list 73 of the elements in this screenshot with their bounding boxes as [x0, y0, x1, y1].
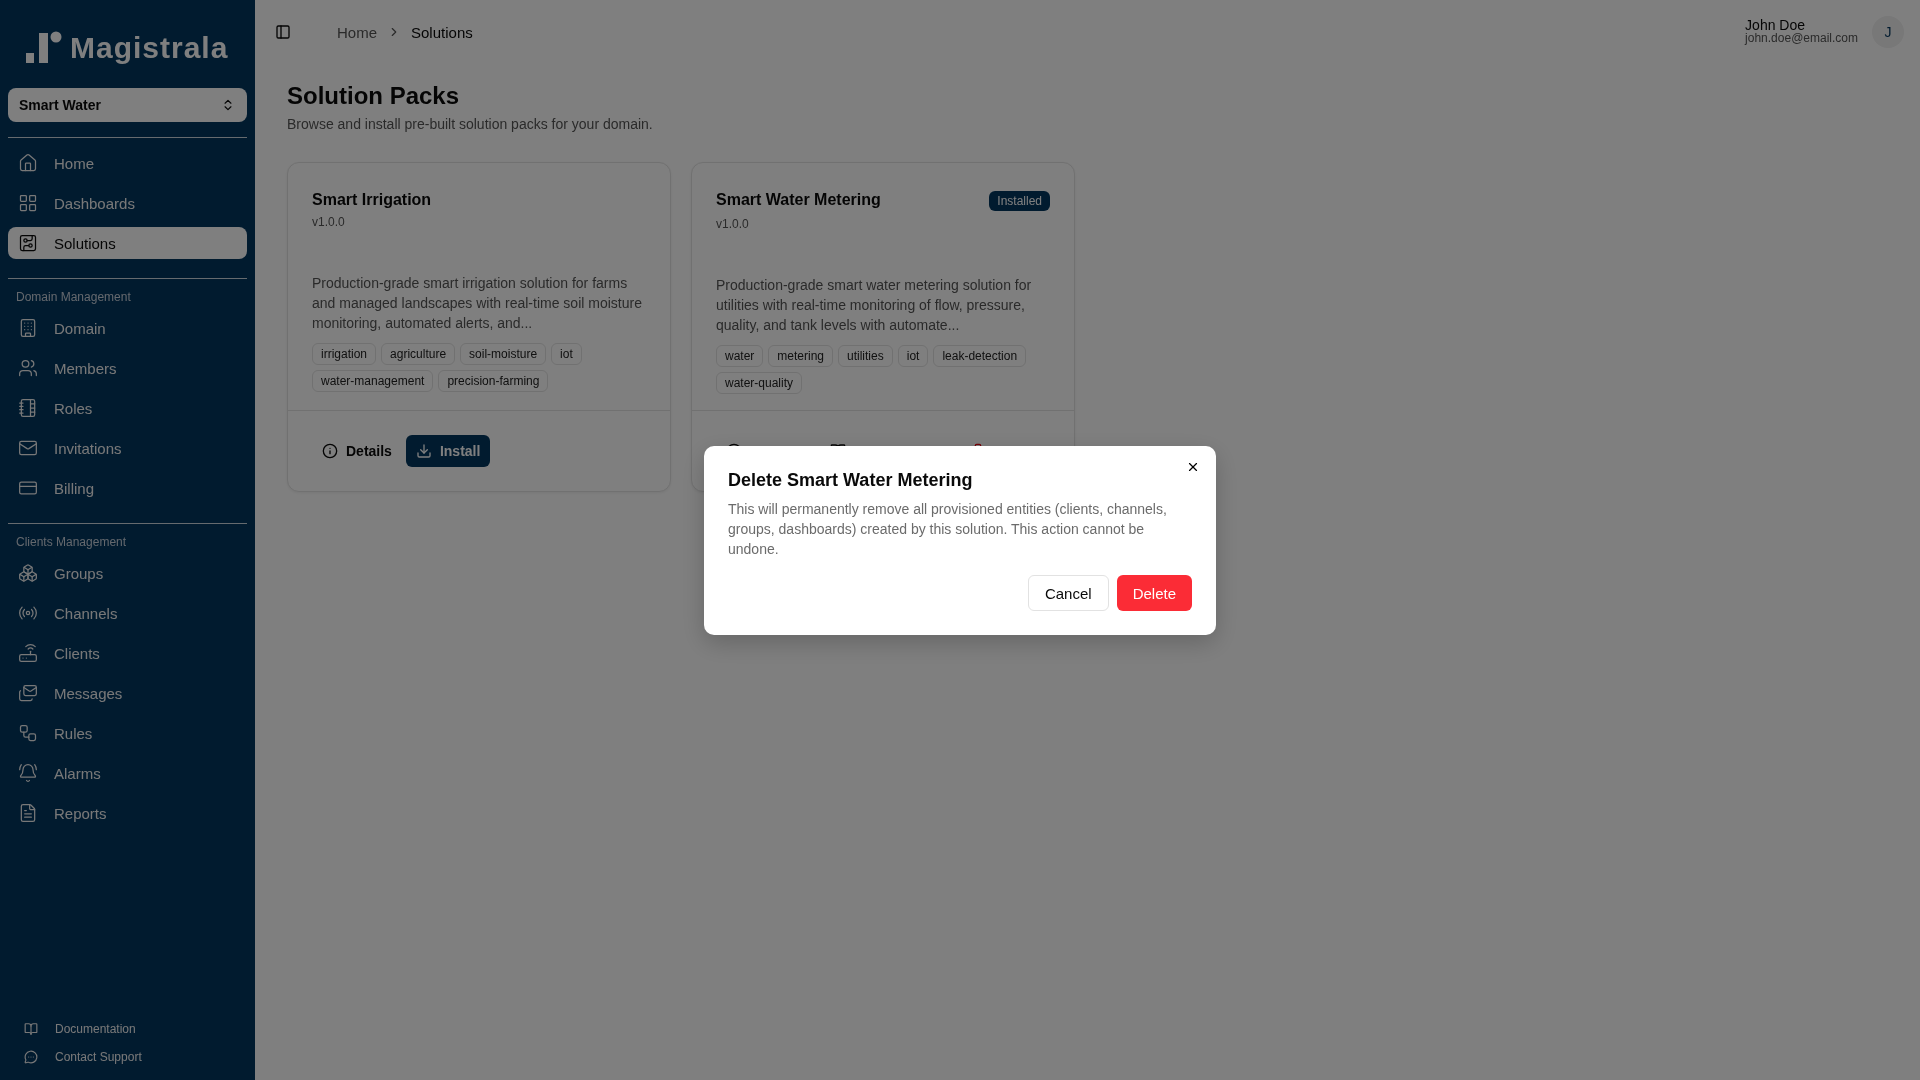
- sidebar-toggle-icon[interactable]: [275, 24, 291, 40]
- nav-item[interactable]: Domain: [8, 312, 247, 344]
- logo-icon: [26, 31, 62, 65]
- nav-item[interactable]: Rules: [8, 717, 247, 749]
- domain-selector[interactable]: Smart Water: [8, 88, 247, 122]
- nav-item[interactable]: Home: [8, 147, 247, 179]
- breadcrumb-link[interactable]: Home: [337, 23, 377, 41]
- card-title: Smart Water Metering: [716, 191, 881, 209]
- tag: soil-moisture: [460, 343, 547, 365]
- nav-item[interactable]: Roles: [8, 392, 247, 424]
- tag: irrigation: [312, 343, 377, 365]
- tag: precision-farming: [438, 370, 549, 392]
- nav-item[interactable]: Clients: [8, 637, 247, 669]
- footer-link[interactable]: Contact Support: [24, 1050, 247, 1064]
- workflow-icon: [18, 723, 38, 743]
- logo-text: Magistrala: [70, 31, 229, 65]
- download-icon: [415, 443, 432, 459]
- tag: utilities: [838, 345, 893, 367]
- info-icon: [322, 443, 338, 459]
- user-name: John Doe: [1745, 19, 1807, 32]
- card-version: v1.0.0: [312, 215, 346, 229]
- nav-item[interactable]: Members: [8, 352, 247, 384]
- router-icon: [18, 643, 38, 663]
- page-title: Solution Packs: [287, 82, 461, 110]
- delete-button[interactable]: Delete: [1116, 575, 1192, 611]
- nav-item[interactable]: Channels: [8, 597, 247, 629]
- tag: metering: [768, 345, 834, 367]
- install-button[interactable]: Install: [405, 435, 491, 467]
- footer-link[interactable]: Documentation: [24, 1022, 247, 1036]
- card-version: v1.0.0: [716, 217, 750, 231]
- tag: agriculture: [381, 343, 456, 365]
- breadcrumb-link[interactable]: Solutions: [411, 23, 473, 41]
- nav-item[interactable]: Messages: [8, 677, 247, 709]
- nav-item[interactable]: Reports: [8, 797, 247, 829]
- details-button[interactable]: Details: [312, 435, 402, 467]
- card-description: Production-grade smart irrigation solution for farms and managed landscapes with real-time soil moisture monitoring, automated alerts, and...: [312, 274, 643, 333]
- bell-icon: [18, 763, 38, 783]
- nav-item[interactable]: Groups: [8, 557, 247, 589]
- document-icon: [18, 803, 38, 823]
- circuit-icon: [18, 233, 38, 253]
- nav-item[interactable]: Billing: [8, 472, 247, 504]
- card-title: Smart Irrigation: [312, 191, 432, 209]
- card-description: Production-grade smart water metering solution for utilities with real-time monitoring of flow, pressure, quality, and tank levels with automate...: [716, 276, 1033, 335]
- notebook-icon: [18, 398, 38, 418]
- user-email: john.doe@email.com: [1745, 32, 1858, 45]
- tag: water: [716, 345, 764, 367]
- house-icon: [18, 153, 38, 173]
- page-subtitle: Browse and install pre-built solution packs for your domain.: [287, 116, 654, 132]
- tag: iot: [897, 345, 929, 367]
- tag: water-quality: [716, 372, 803, 394]
- tag: iot: [551, 343, 582, 365]
- section-heading: Clients Management: [15, 534, 128, 551]
- cancel-button[interactable]: Cancel: [1027, 575, 1109, 611]
- grid-icon: [18, 193, 38, 213]
- building-icon: [18, 318, 38, 338]
- users-icon: [18, 358, 38, 378]
- mail-icon: [18, 438, 38, 458]
- nav-item[interactable]: Invitations: [8, 432, 247, 464]
- user-avatar[interactable]: J: [1872, 16, 1904, 48]
- nav-item[interactable]: Dashboards: [8, 187, 247, 219]
- tag: water-management: [312, 370, 434, 392]
- boxes-icon: [18, 563, 38, 583]
- close-button[interactable]: [1186, 460, 1200, 474]
- nav-item[interactable]: Solutions: [8, 227, 247, 259]
- nav-item[interactable]: Alarms: [8, 757, 247, 789]
- book-icon: [24, 1022, 38, 1036]
- section-heading: Domain Management: [15, 289, 132, 306]
- dialog-title: Delete Smart Water Metering: [728, 470, 974, 491]
- chat-icon: [24, 1050, 38, 1064]
- dialog-message: This will permanently remove all provisioned entities (clients, channels, groups, dashboards) created by this solution. This action cannot be undone.: [728, 500, 1168, 559]
- mails-icon: [18, 683, 38, 703]
- status-badge: Installed: [989, 191, 1050, 211]
- tag: leak-detection: [933, 345, 1027, 367]
